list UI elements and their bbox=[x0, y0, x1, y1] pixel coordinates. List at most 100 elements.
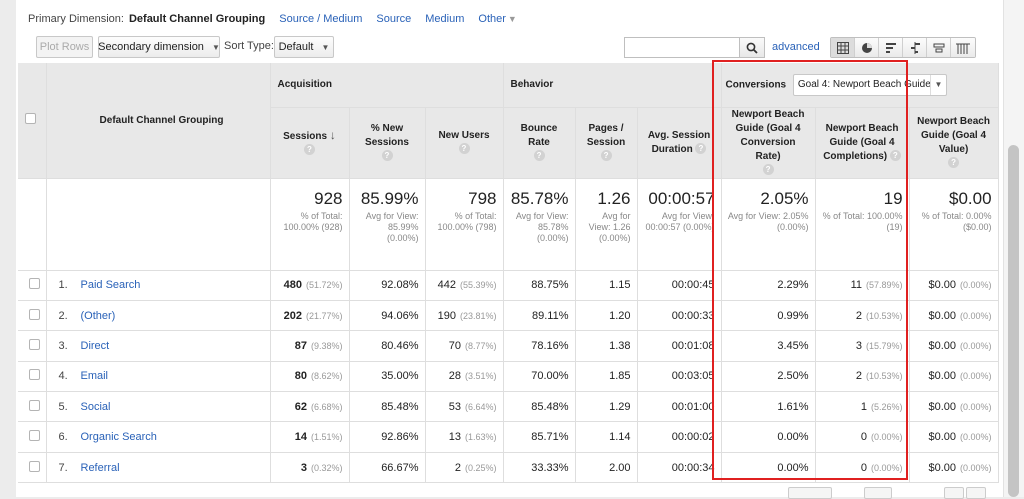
row-checkbox[interactable] bbox=[28, 338, 40, 350]
total-conv-rate: 2.05% Avg for View: 2.05% (0.00%) bbox=[721, 178, 816, 271]
row-sessions: 202 (21.77%) bbox=[270, 300, 350, 332]
column-header-pages-session[interactable]: Pages / Session? bbox=[575, 107, 638, 179]
pie-view-button[interactable] bbox=[855, 38, 879, 57]
goto-page-input[interactable] bbox=[864, 487, 892, 499]
new-users-header-label: New Users bbox=[438, 129, 490, 141]
row-pages-session: 2.00 bbox=[575, 452, 638, 484]
primary-dimension-label: Primary Dimension: bbox=[28, 13, 124, 25]
row-avg-duration: 00:03:05 bbox=[637, 361, 722, 393]
completions-pct: (57.89%) bbox=[866, 280, 903, 291]
row-avg-duration: 00:00:34 bbox=[637, 452, 722, 484]
row-sessions: 3 (0.32%) bbox=[270, 452, 350, 484]
row-index: 3. bbox=[58, 339, 68, 352]
row-checkbox[interactable] bbox=[28, 308, 40, 320]
row-value: $0.00 (0.00%) bbox=[909, 270, 999, 301]
new-users-value: 13 bbox=[448, 431, 461, 444]
help-icon[interactable]: ? bbox=[533, 150, 545, 162]
row-checkbox[interactable] bbox=[28, 430, 40, 442]
column-header-new-users[interactable]: New Users? bbox=[425, 107, 504, 179]
total-sub: % of Total: 0.00% ($0.00) bbox=[921, 210, 992, 232]
row-bounce-rate: 85.71% bbox=[503, 421, 576, 453]
completions-pct: (10.53%) bbox=[866, 310, 903, 321]
value-value: $0.00 bbox=[928, 431, 957, 444]
row-new-sessions: 66.67% bbox=[349, 452, 426, 484]
new-users-pct: (23.81%) bbox=[459, 310, 497, 321]
row-conv-rate: 1.61% bbox=[721, 391, 816, 423]
dimension-option-medium[interactable]: Medium bbox=[425, 13, 464, 25]
next-page-button[interactable] bbox=[966, 487, 986, 499]
total-sessions: 928% of Total: 100.00% (928) bbox=[270, 178, 350, 271]
term-cloud-button[interactable] bbox=[927, 38, 951, 57]
row-dimension-link[interactable]: Social bbox=[81, 401, 111, 413]
row-avg-duration: 00:00:02 bbox=[637, 421, 722, 453]
dimension-option-other[interactable]: Other ▼ bbox=[478, 13, 516, 25]
help-icon[interactable]: ? bbox=[304, 144, 315, 156]
help-icon[interactable]: ? bbox=[948, 157, 960, 169]
row-value: $0.00 (0.00%) bbox=[909, 330, 999, 362]
row-completions: 3 (15.79%) bbox=[815, 330, 910, 362]
row-checkbox-cell bbox=[18, 421, 47, 453]
total-sub: Avg for View: 85.99% (0.00%) bbox=[365, 210, 419, 243]
new-users-value: 190 bbox=[437, 309, 456, 322]
pivot-view-button[interactable] bbox=[951, 38, 975, 57]
row-dimension-link[interactable]: Direct bbox=[81, 340, 110, 352]
row-index: 6. bbox=[58, 431, 68, 444]
dimension-option-source[interactable]: Source bbox=[376, 13, 411, 25]
row-checkbox-cell bbox=[18, 300, 47, 332]
row-completions: 2 (10.53%) bbox=[815, 361, 910, 393]
value-value: $0.00 bbox=[928, 400, 957, 413]
performance-view-button[interactable] bbox=[879, 38, 903, 57]
search-button[interactable] bbox=[740, 37, 765, 58]
table-row: 2. (Other) 202 (21.77%) 94.06% 190 (23.81%) 89.… bbox=[18, 300, 999, 332]
help-icon[interactable]: ? bbox=[695, 143, 707, 155]
select-all-checkbox[interactable] bbox=[25, 113, 36, 125]
help-icon[interactable]: ? bbox=[458, 143, 470, 155]
new-users-value: 28 bbox=[448, 370, 461, 383]
column-header-completions[interactable]: Newport Beach Guide (Goal 4 Completions)… bbox=[815, 107, 910, 179]
table-search-input[interactable] bbox=[624, 37, 740, 58]
column-header-dimension[interactable]: Default Channel Grouping bbox=[46, 63, 271, 179]
column-header-conv-rate[interactable]: Newport Beach Guide (Goal 4 Conversion R… bbox=[721, 107, 816, 179]
row-dimension-link[interactable]: Paid Search bbox=[81, 279, 141, 291]
row-dimension-link[interactable]: Organic Search bbox=[81, 431, 157, 443]
column-header-new-sessions[interactable]: % New Sessions? bbox=[349, 107, 426, 179]
row-dimension-link[interactable]: Referral bbox=[81, 462, 120, 474]
row-avg-duration: 00:01:00 bbox=[637, 391, 722, 423]
row-checkbox-cell bbox=[18, 330, 47, 362]
row-checkbox[interactable] bbox=[28, 399, 40, 411]
help-icon[interactable]: ? bbox=[889, 150, 901, 162]
row-new-sessions: 85.48% bbox=[349, 391, 426, 423]
row-dimension-link[interactable]: (Other) bbox=[81, 310, 116, 322]
row-checkbox[interactable] bbox=[28, 460, 40, 472]
table-view-button[interactable] bbox=[831, 38, 855, 57]
column-header-sessions[interactable]: Sessions ↓? bbox=[270, 107, 350, 179]
row-conv-rate: 3.45% bbox=[721, 330, 816, 362]
primary-dimension-active: Default Channel Grouping bbox=[128, 13, 266, 25]
comparison-view-button[interactable] bbox=[903, 38, 927, 57]
row-checkbox[interactable] bbox=[28, 369, 40, 381]
row-bounce-rate: 78.16% bbox=[503, 330, 576, 362]
advanced-filter-link[interactable]: advanced bbox=[772, 41, 820, 53]
completions-value: 11 bbox=[850, 279, 863, 292]
goal-select-dropdown[interactable]: Goal 4: Newport Beach Guide ▼ bbox=[792, 73, 947, 96]
sort-type-dropdown[interactable]: Default ▼ bbox=[274, 36, 334, 58]
prev-page-button[interactable] bbox=[944, 487, 964, 499]
column-header-bounce-rate[interactable]: Bounce Rate? bbox=[503, 107, 576, 179]
completions-pct: (0.00%) bbox=[871, 462, 903, 473]
total-sub: Avg for View: 00:00:57 (0.00%) bbox=[645, 210, 715, 232]
row-checkbox[interactable] bbox=[28, 278, 40, 290]
help-icon[interactable]: ? bbox=[600, 150, 612, 162]
column-header-avg-duration[interactable]: Avg. Session Duration ? bbox=[637, 107, 722, 179]
secondary-dimension-dropdown[interactable]: Secondary dimension ▼ bbox=[98, 36, 220, 58]
rows-per-page-dropdown[interactable] bbox=[788, 487, 832, 499]
row-index: 4. bbox=[58, 370, 68, 383]
row-dimension-link[interactable]: Email bbox=[81, 370, 109, 382]
dimension-option-source-medium[interactable]: Source / Medium bbox=[279, 13, 362, 25]
help-icon[interactable]: ? bbox=[381, 150, 393, 162]
plot-rows-label: Plot Rows bbox=[39, 41, 90, 53]
value-pct: (0.00%) bbox=[960, 401, 992, 412]
plot-rows-button[interactable]: Plot Rows bbox=[36, 36, 93, 58]
help-icon[interactable]: ? bbox=[762, 164, 774, 176]
scrollbar-thumb[interactable] bbox=[1008, 145, 1019, 497]
column-header-value[interactable]: Newport Beach Guide (Goal 4 Value)? bbox=[909, 107, 999, 179]
